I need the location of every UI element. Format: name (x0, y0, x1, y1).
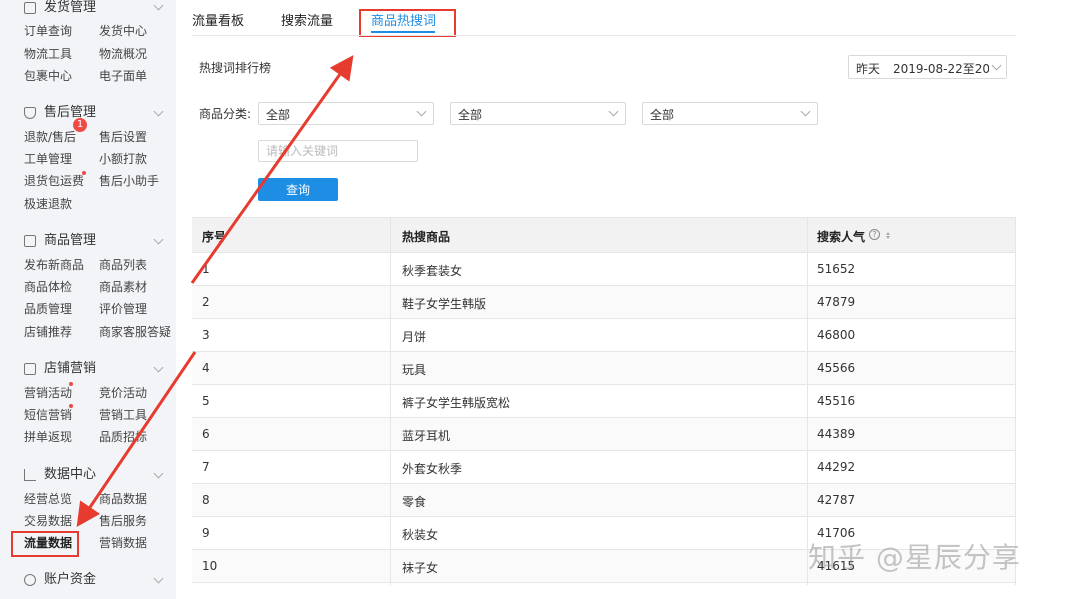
sidebar-item-package-center[interactable]: 包裹中心 (24, 68, 72, 84)
sidebar-item-product-assets[interactable]: 商品素材 (99, 279, 147, 295)
bar-chart-icon (24, 469, 36, 481)
chevron-down-icon[interactable] (154, 108, 164, 118)
category-label: 商品分类: (199, 107, 252, 121)
header-product: 热搜商品 (402, 230, 451, 244)
date-range-value: 2019-08-22至2019-08-22 (893, 62, 989, 76)
chevron-down-icon[interactable] (154, 470, 164, 480)
sidebar-item-small-payments[interactable]: 小额打款 (99, 151, 147, 167)
table-row: 8 零食 42787 (192, 484, 1016, 517)
sidebar-item-quality-bidding[interactable]: 品质招标 (99, 429, 147, 445)
sidebar-item-campaigns[interactable]: 营销活动 (24, 385, 72, 401)
sidebar-section-marketing[interactable]: 店铺营销 (24, 360, 174, 378)
ranking-title: 热搜词排行榜 (199, 61, 272, 75)
sidebar-item-refunds[interactable]: 退款/售后 (24, 129, 76, 145)
tab-search-traffic[interactable]: 搜索流量 (281, 10, 333, 29)
sidebar-section-account-funds[interactable]: 账户资金 (24, 571, 174, 589)
sort-icon[interactable] (886, 232, 891, 240)
sidebar-item-shipping-center[interactable]: 发货中心 (99, 23, 147, 39)
sidebar-item-marketing-data[interactable]: 营销数据 (99, 535, 147, 551)
sidebar-item-business-overview[interactable]: 经营总览 (24, 491, 72, 507)
sidebar-item-quality[interactable]: 品质管理 (24, 301, 72, 317)
sidebar-section-data-center[interactable]: 数据中心 (24, 466, 174, 484)
table-row: 5 裤子女学生韩版宽松 45516 (192, 385, 1016, 418)
sidebar-item-return-shipping[interactable]: 退货包运费 (24, 173, 84, 189)
sidebar-section-shipping[interactable]: 发货管理 (24, 0, 174, 17)
chevron-down-icon (992, 62, 1002, 72)
date-range-picker[interactable]: 昨天 2019-08-22至2019-08-22 (848, 55, 1007, 79)
sidebar-item-transaction-data[interactable]: 交易数据 (24, 513, 72, 529)
column-divider (1015, 217, 1016, 585)
chevron-down-icon[interactable] (154, 236, 164, 246)
gift-icon (24, 363, 36, 375)
column-divider (807, 217, 808, 585)
category-select-1[interactable]: 全部 (258, 102, 434, 125)
tabs-divider (192, 35, 1016, 36)
chevron-down-icon (801, 108, 811, 118)
sidebar-item-merchant-qa[interactable]: 商家客服答疑 (99, 324, 173, 340)
table-row: 3 月饼 46800 (192, 319, 1016, 352)
sidebar-item-product-list[interactable]: 商品列表 (99, 257, 147, 273)
chevron-down-icon (609, 108, 619, 118)
sidebar-item-group-cashback[interactable]: 拼单返现 (24, 429, 72, 445)
sidebar-item-new-product[interactable]: 发布新商品 (24, 257, 84, 273)
chevron-down-icon[interactable] (154, 575, 164, 585)
chevron-down-icon[interactable] (154, 2, 164, 12)
highlight-box-hot-search-tab (359, 9, 456, 37)
table-header: 序号 热搜商品 搜索人气 ? (192, 217, 1016, 253)
sidebar-item-sms-marketing[interactable]: 短信营销 (24, 407, 72, 423)
shield-icon (24, 107, 36, 119)
chevron-down-icon[interactable] (154, 364, 164, 374)
keyword-input[interactable] (258, 140, 418, 162)
table-row: 7 外套女秋季 44292 (192, 451, 1016, 484)
category-select-3[interactable]: 全部 (642, 102, 818, 125)
chevron-down-icon (417, 108, 427, 118)
column-divider (390, 217, 391, 585)
table-row: 4 玩具 45566 (192, 352, 1016, 385)
header-popularity[interactable]: 搜索人气 (817, 228, 865, 245)
watermark: 知乎 @星辰分享 (808, 541, 1021, 574)
help-icon[interactable]: ? (869, 229, 880, 240)
sidebar-item-after-sales-settings[interactable]: 售后设置 (99, 129, 147, 145)
document-icon (24, 2, 36, 14)
red-dot-indicator (82, 171, 86, 175)
sidebar-item-e-waybill[interactable]: 电子面单 (99, 68, 147, 84)
highlight-box-traffic-data (11, 531, 79, 557)
header-rank: 序号 (202, 230, 227, 244)
sidebar-item-marketing-tools[interactable]: 营销工具 (99, 407, 147, 423)
red-dot-indicator (69, 382, 73, 386)
sidebar-item-tickets[interactable]: 工单管理 (24, 151, 72, 167)
query-button[interactable]: 查询 (258, 178, 338, 201)
sidebar-item-product-check[interactable]: 商品体检 (24, 279, 72, 295)
sidebar-item-after-sales-assistant[interactable]: 售后小助手 (99, 173, 159, 189)
sidebar-item-product-data[interactable]: 商品数据 (99, 491, 147, 507)
sidebar-item-order-query[interactable]: 订单查询 (24, 23, 72, 39)
sidebar-item-store-recommend[interactable]: 店铺推荐 (24, 324, 72, 340)
sidebar-item-logistics-overview[interactable]: 物流概况 (99, 46, 147, 62)
sidebar-item-after-sales-service[interactable]: 售后服务 (99, 513, 147, 529)
red-dot-indicator (69, 404, 73, 408)
box-icon (24, 235, 36, 247)
sidebar: 发货管理 订单查询 发货中心 物流工具 物流概况 包裹中心 电子面单 售后管理 … (0, 0, 176, 599)
tab-traffic-dashboard[interactable]: 流量看板 (192, 10, 244, 29)
sidebar-item-fast-refund[interactable]: 极速退款 (24, 196, 72, 212)
table-row: 6 蓝牙耳机 44389 (192, 418, 1016, 451)
sidebar-item-bidding[interactable]: 竞价活动 (99, 385, 147, 401)
sidebar-item-logistics-tools[interactable]: 物流工具 (24, 46, 72, 62)
sidebar-section-after-sales[interactable]: 售后管理 (24, 104, 174, 122)
sidebar-section-products[interactable]: 商品管理 (24, 232, 174, 250)
category-select-2[interactable]: 全部 (450, 102, 626, 125)
date-prefix: 昨天 (856, 62, 881, 76)
table-row: 2 鞋子女学生韩版 47879 (192, 286, 1016, 319)
sidebar-item-reviews[interactable]: 评价管理 (99, 301, 147, 317)
wallet-icon (24, 574, 36, 586)
table-row: 1 秋季套装女 51652 (192, 253, 1016, 286)
